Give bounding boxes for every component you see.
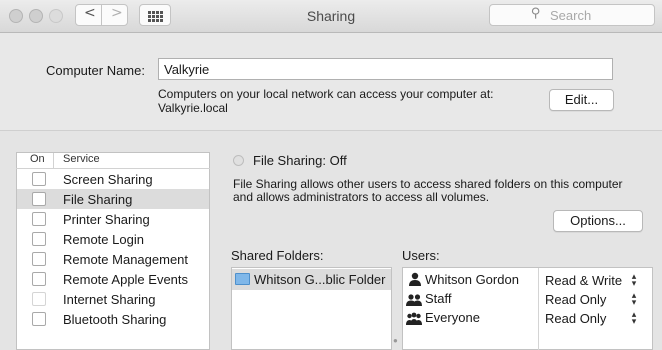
up-down-arrows-icon[interactable]: ▴ ▾ (629, 311, 639, 327)
service-label: Internet Sharing (63, 292, 156, 307)
service-label: Remote Login (63, 232, 144, 247)
permission-select[interactable]: Read Only (545, 292, 606, 307)
shared-folder-name: Whitson G...blic Folder (254, 272, 386, 287)
users-label: Users: (402, 248, 440, 263)
service-label: Bluetooth Sharing (63, 312, 167, 327)
service-label: Remote Management (63, 252, 189, 267)
service-row-bluetooth-sharing[interactable]: Bluetooth Sharing (17, 309, 209, 329)
service-checkbox (32, 292, 46, 306)
permission-select[interactable]: Read & Write (545, 273, 622, 288)
service-checkbox[interactable] (32, 232, 46, 246)
description-text: File Sharing allows other users to acces… (233, 177, 623, 191)
service-checkbox[interactable] (32, 312, 46, 326)
service-row-screen-sharing[interactable]: Screen Sharing (17, 169, 209, 189)
folder-icon (235, 273, 250, 285)
status-indicator-icon (233, 155, 244, 166)
service-checkbox[interactable] (32, 252, 46, 266)
edit-button[interactable]: Edit... (549, 89, 614, 111)
service-label: File Sharing (63, 192, 133, 207)
service-list-header: On Service (16, 152, 210, 169)
shared-folders-label: Shared Folders: (231, 248, 324, 263)
service-row-internet-sharing[interactable]: Internet Sharing (17, 289, 209, 309)
service-label: Printer Sharing (63, 212, 150, 227)
service-checkbox[interactable] (32, 212, 46, 226)
user-name: Staff (425, 291, 452, 306)
local-hostname: Valkyrie.local (158, 101, 228, 115)
network-info-text: Computers on your local network can acce… (158, 87, 494, 101)
user-name: Whitson Gordon (425, 272, 519, 287)
user-name: Everyone (425, 310, 480, 325)
description-text: and allows administrators to access all … (233, 190, 490, 204)
service-checkbox[interactable] (32, 192, 46, 206)
up-down-arrows-icon[interactable]: ▴ ▾ (629, 273, 639, 289)
column-header-service: Service (63, 153, 100, 165)
permission-select[interactable]: Read Only (545, 311, 606, 326)
computer-name-label: Computer Name: (46, 63, 145, 78)
everyone-icon (406, 312, 422, 325)
single-user-icon (409, 272, 421, 286)
column-header-on: On (30, 153, 45, 165)
split-handle-icon[interactable]: ● (393, 336, 398, 345)
group-icon (406, 294, 422, 306)
service-label: Screen Sharing (63, 172, 153, 187)
up-down-arrows-icon[interactable]: ▴ ▾ (629, 292, 639, 308)
sharing-status: File Sharing: Off (253, 153, 347, 168)
service-row-remote-apple-events[interactable]: Remote Apple Events (17, 269, 209, 289)
service-label: Remote Apple Events (63, 272, 189, 287)
search-placeholder: Search (550, 8, 592, 23)
service-row-remote-management[interactable]: Remote Management (17, 249, 209, 269)
search-icon: ⚲ (531, 6, 541, 21)
computer-name-input[interactable]: Valkyrie (158, 58, 613, 80)
service-row-file-sharing[interactable]: File Sharing (17, 189, 209, 209)
service-row-printer-sharing[interactable]: Printer Sharing (17, 209, 209, 229)
options-button[interactable]: Options... (553, 210, 643, 232)
column-divider (53, 153, 54, 168)
service-row-remote-login[interactable]: Remote Login (17, 229, 209, 249)
service-checkbox[interactable] (32, 172, 46, 186)
service-checkbox[interactable] (32, 272, 46, 286)
